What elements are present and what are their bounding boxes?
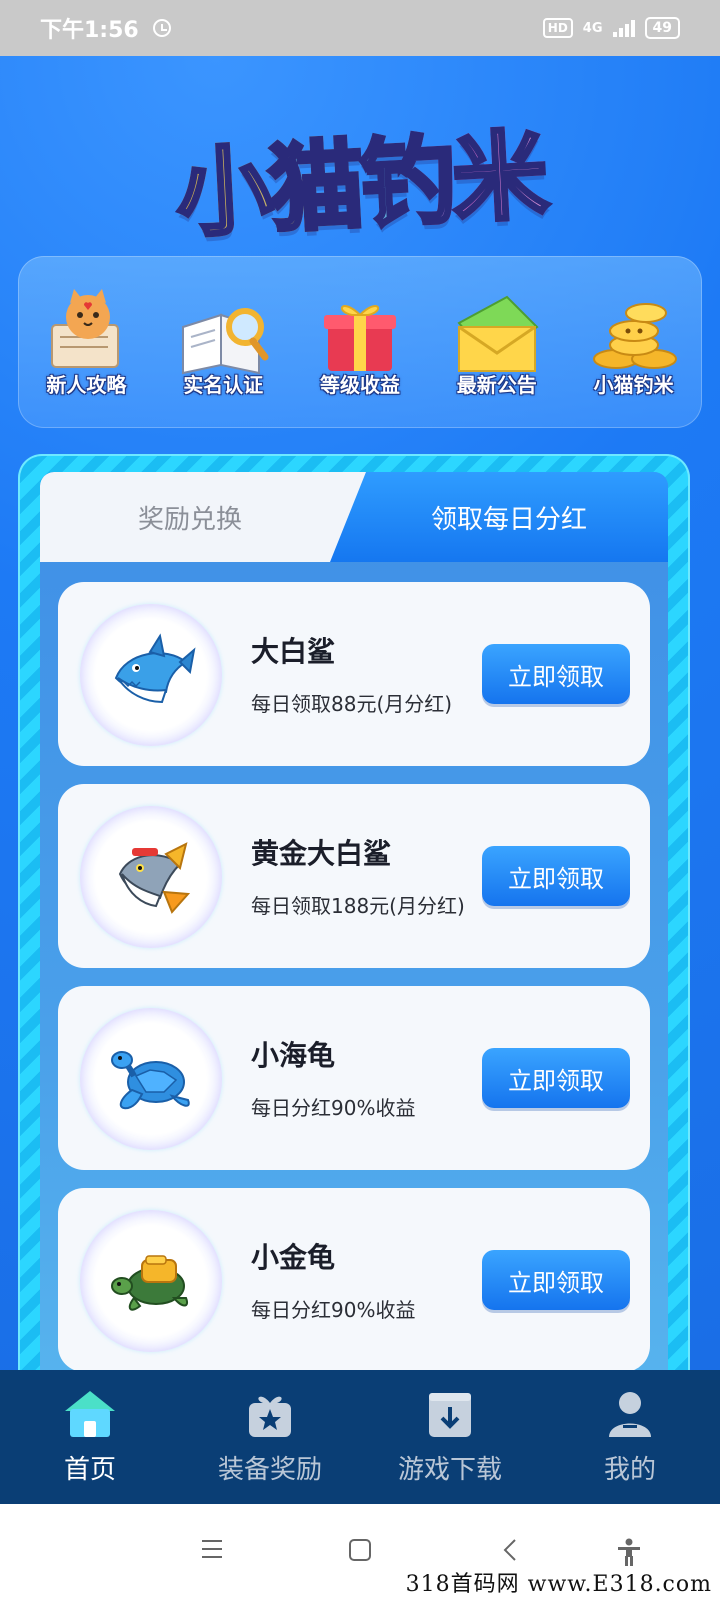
shortcut-verify[interactable]: 实名认证: [163, 287, 283, 398]
reward-card: 小海龟 每日分红90%收益 立即领取: [58, 986, 650, 1170]
reward-list: 大白鲨 每日领取88元(月分红) 立即领取 黄金大白鲨 每日领取188元(月分红…: [58, 582, 650, 1370]
white-shark-icon: [114, 633, 196, 704]
home-square-icon[interactable]: [348, 1538, 372, 1562]
reward-name: 小金龟: [251, 1241, 336, 1274]
reward-panel: 奖励兑换 领取每日分红 大白鲨 每日领取88元(月分红) 立即领取 黄金大白鲨 …: [18, 454, 690, 1370]
reward-name: 小海龟: [251, 1039, 336, 1072]
nav-label: 我的: [603, 1454, 656, 1485]
reward-card: 黄金大白鲨 每日领取188元(月分红) 立即领取: [58, 784, 650, 968]
alarm-icon: [152, 19, 171, 37]
nav-label: 首页: [63, 1454, 116, 1485]
shortcut-guide[interactable]: 新人攻略: [26, 287, 146, 398]
reward-tabs: 奖励兑换 领取每日分红: [40, 472, 668, 562]
shortcut-label: 新人攻略: [46, 372, 127, 397]
gift-box-icon: [323, 304, 396, 371]
reward-bubble: [80, 1008, 222, 1150]
claim-button[interactable]: 立即领取: [482, 846, 630, 906]
app-logo: 小猫钓米: [170, 106, 550, 252]
claim-button[interactable]: 立即领取: [482, 1250, 630, 1310]
reward-desc: 每日分红90%收益: [251, 1298, 416, 1322]
hd-icon: HD: [542, 18, 573, 38]
watermark: 318首码网 www.E318.com: [405, 1572, 712, 1597]
nav-game-download[interactable]: 游戏下载: [365, 1389, 535, 1486]
gift-star-icon: [249, 1396, 291, 1437]
status-time: 下午1:56: [40, 18, 139, 43]
shortcut-label: 最新公告: [456, 372, 537, 397]
shortcut-coins[interactable]: 小猫钓米: [574, 287, 694, 398]
shortcut-level[interactable]: 等级收益: [300, 287, 420, 398]
gold-coins-icon: [592, 302, 677, 369]
shortcut-label: 实名认证: [183, 372, 264, 397]
reward-bubble: [80, 806, 222, 948]
signal-icon: [612, 19, 635, 37]
book-magnifier-icon: [182, 307, 269, 374]
reward-desc: 每日分红90%收益: [251, 1096, 416, 1120]
status-bar: 下午1:56 HD 4G 49: [0, 0, 720, 56]
claim-button[interactable]: 立即领取: [482, 1048, 630, 1108]
cat-newspaper-icon: [51, 288, 120, 368]
nav-label: 游戏下载: [397, 1454, 502, 1485]
reward-desc: 每日领取88元(月分红): [251, 692, 453, 716]
reward-desc: 每日领取188元(月分红): [251, 894, 465, 918]
shortcut-panel: 新人攻略 实名认证 等级收益 最新公告 小猫钓米: [18, 256, 702, 428]
shortcut-label: 小猫钓米: [593, 372, 674, 397]
reward-name: 大白鲨: [251, 635, 336, 668]
reward-card: 大白鲨 每日领取88元(月分红) 立即领取: [58, 582, 650, 766]
golden-shark-icon: [118, 842, 191, 914]
user-icon: [609, 1391, 651, 1437]
reward-bubble: [80, 604, 222, 746]
back-icon[interactable]: [502, 1538, 518, 1562]
reward-inner: 奖励兑换 领取每日分红 大白鲨 每日领取88元(月分红) 立即领取 黄金大白鲨 …: [40, 472, 668, 1370]
reward-bubble: [80, 1210, 222, 1352]
claim-button[interactable]: 立即领取: [482, 644, 630, 704]
logo-text: 小猫钓米: [172, 97, 549, 255]
download-box-icon: [429, 1392, 471, 1437]
sea-turtle-icon: [111, 1051, 190, 1110]
reward-name: 黄金大白鲨: [251, 837, 392, 870]
home-icon: [65, 1390, 115, 1437]
envelope-icon: [457, 295, 539, 372]
reward-card: 小金龟 每日分红90%收益 立即领取: [58, 1188, 650, 1370]
bottom-nav: 首页 装备奖励 游戏下载 我的: [0, 1370, 720, 1504]
battery-icon: 49: [644, 17, 680, 39]
shortcut-notice[interactable]: 最新公告: [437, 287, 557, 398]
nav-equipment-reward[interactable]: 装备奖励: [185, 1389, 355, 1486]
tab-daily-dividend[interactable]: 领取每日分红: [330, 472, 668, 562]
main-content: 小猫钓米 新人攻略 实名认证 等级收益 最新公告 小猫钓米 奖励兑换 领取每日分…: [0, 56, 720, 1370]
menu-icon[interactable]: [200, 1538, 224, 1560]
network-label: 4G: [582, 20, 603, 36]
system-nav-bar: 318首码网 www.E318.com: [0, 1504, 720, 1600]
nav-label: 装备奖励: [217, 1454, 322, 1485]
accessibility-icon[interactable]: [616, 1538, 642, 1566]
golden-turtle-icon: [111, 1255, 188, 1311]
shortcut-label: 等级收益: [319, 372, 400, 397]
nav-mine[interactable]: 我的: [545, 1389, 715, 1486]
nav-home[interactable]: 首页: [5, 1389, 175, 1486]
